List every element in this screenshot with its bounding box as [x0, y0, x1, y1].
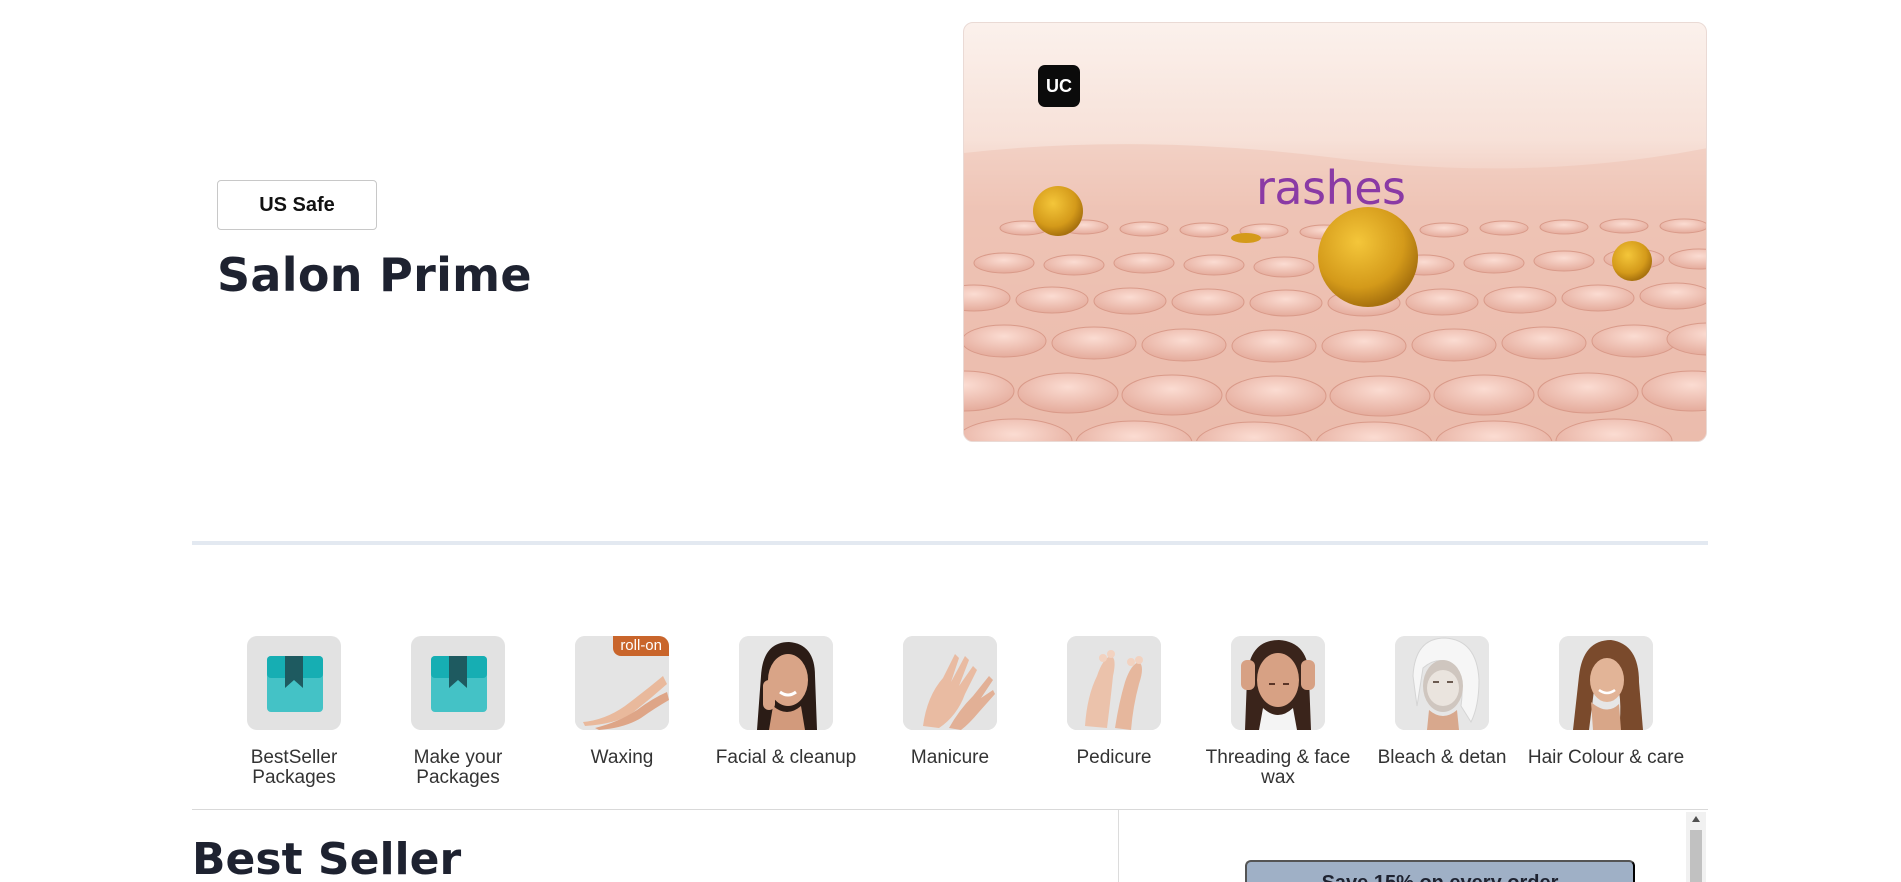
- category-label: BestSeller Packages: [250, 747, 338, 788]
- category-label: Pedicure: [1076, 747, 1152, 768]
- category-label: Waxing: [590, 747, 654, 768]
- category-bestseller-packages[interactable]: BestSeller Packages: [214, 636, 374, 788]
- scrollbar-thumb[interactable]: [1690, 830, 1702, 882]
- cart-scrollbar[interactable]: [1686, 812, 1706, 882]
- us-safe-button[interactable]: US Safe: [217, 180, 377, 230]
- category-bleach-detan[interactable]: Bleach & detan: [1362, 636, 1522, 768]
- section-divider: [192, 809, 1708, 810]
- hero-banner-video[interactable]: UC rashes: [963, 22, 1707, 442]
- hero-section: US Safe Salon Prime UC rashes: [0, 0, 1901, 470]
- category-label: Bleach & detan: [1377, 747, 1507, 768]
- threading-woman-icon: [1231, 636, 1325, 730]
- category-manicure[interactable]: Manicure: [870, 636, 1030, 768]
- waxing-legs-icon: roll-on: [575, 636, 669, 730]
- page-title: Salon Prime: [217, 248, 532, 302]
- banner-caption: rashes: [1256, 161, 1406, 215]
- column-divider: [1118, 810, 1119, 882]
- roll-on-tag: roll-on: [613, 636, 669, 656]
- pedicure-feet-icon: [1067, 636, 1161, 730]
- save-offer-banner[interactable]: Save 15% on every order: [1245, 860, 1635, 882]
- best-seller-heading: Best Seller: [192, 834, 462, 882]
- category-facial-cleanup[interactable]: Facial & cleanup: [706, 636, 866, 768]
- category-label: Manicure: [910, 747, 990, 768]
- category-label: Hair Colour & care: [1527, 747, 1685, 768]
- category-label: Make your Packages: [413, 747, 503, 788]
- category-threading-face-wax[interactable]: Threading & face wax: [1198, 636, 1358, 788]
- category-strip: BestSeller Packages Make your Packages r…: [192, 636, 1708, 796]
- category-make-your-packages[interactable]: Make your Packages: [378, 636, 538, 788]
- package-box-icon: [247, 636, 341, 730]
- category-label: Threading & face wax: [1205, 747, 1351, 788]
- category-hair-colour-care[interactable]: Hair Colour & care: [1526, 636, 1686, 768]
- category-pedicure[interactable]: Pedicure: [1034, 636, 1194, 768]
- category-waxing[interactable]: roll-on Waxing: [542, 636, 702, 768]
- manicure-hands-icon: [903, 636, 997, 730]
- category-label: Facial & cleanup: [715, 747, 857, 768]
- uc-logo-icon: UC: [1038, 65, 1080, 107]
- package-box-icon: [411, 636, 505, 730]
- hair-woman-icon: [1559, 636, 1653, 730]
- scroll-up-icon[interactable]: [1686, 812, 1706, 826]
- section-divider: [192, 541, 1708, 545]
- face-mask-woman-icon: [1395, 636, 1489, 730]
- facial-woman-icon: [739, 636, 833, 730]
